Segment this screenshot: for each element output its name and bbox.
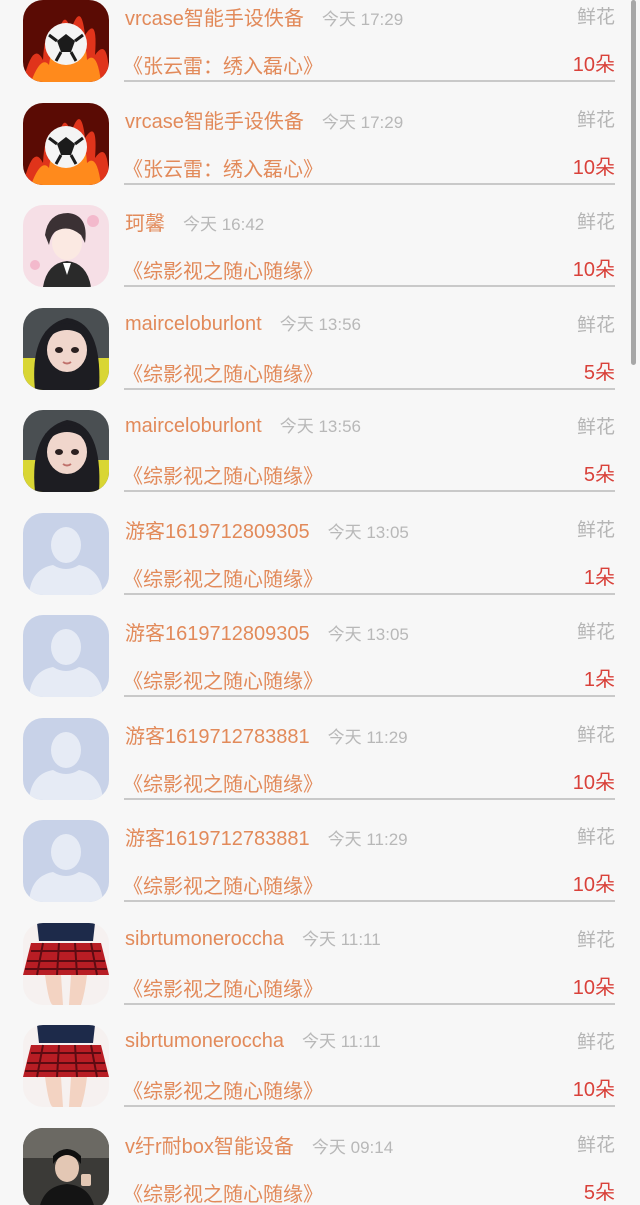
avatar[interactable]: [23, 307, 109, 390]
list-item[interactable]: 游客1619712809305 今天 13:05 鲜花 《综影视之随心随缘》 1朵: [0, 512, 640, 616]
gift-type-label: 鲜花: [576, 519, 615, 541]
avatar[interactable]: [23, 820, 109, 902]
gift-type-label: 鲜花: [576, 1134, 615, 1156]
avatar[interactable]: [23, 1127, 109, 1205]
book-title[interactable]: 《综影视之随心随缘》: [123, 1075, 323, 1104]
timestamp: 今天 13:56: [279, 314, 361, 334]
timestamp: 今天 17:29: [321, 10, 404, 29]
gift-count: 10朵: [572, 874, 615, 896]
sender-name[interactable]: sibrtumoneroccha 今天 11:11: [125, 1027, 381, 1053]
list-item[interactable]: sibrtumoneroccha 今天 11:11 鲜花 《综影视之随心随缘》 1…: [0, 922, 640, 1026]
gift-count: 1朵: [583, 566, 615, 589]
sender-name[interactable]: vrcase智能手设佚备 今天 17:29: [125, 2, 403, 31]
gift-count: 5朵: [583, 1181, 615, 1204]
gift-count: 10朵: [572, 156, 615, 179]
book-title[interactable]: 《综影视之随心随缘》: [123, 870, 323, 899]
divider: [124, 285, 615, 287]
sender-name[interactable]: mairceloburlont 今天 13:56: [125, 412, 361, 438]
sender-name[interactable]: 珂馨 今天 16:42: [125, 207, 264, 236]
list-item[interactable]: mairceloburlont 今天 13:56 鲜花 《综影视之随心随缘》 5朵: [0, 307, 640, 411]
gift-record-list: vrcase智能手设佚备 今天 17:29 鲜花 《张云雷：绣入磊心》 10朵 v…: [0, 0, 640, 1205]
list-item[interactable]: 珂馨 今天 16:42 鲜花 《综影视之随心随缘》 10朵: [0, 205, 640, 308]
gift-count: 5朵: [583, 464, 615, 486]
book-title[interactable]: 《综影视之随心随缘》: [123, 255, 323, 284]
avatar[interactable]: [23, 717, 109, 800]
gift-count: 10朵: [572, 1079, 615, 1101]
timestamp: 今天 13:05: [327, 522, 409, 542]
list-item[interactable]: 游客1619712783881 今天 11:29 鲜花 《综影视之随心随缘》 10…: [0, 717, 640, 821]
book-title[interactable]: 《综影视之随心随缘》: [123, 768, 323, 797]
list-item[interactable]: 游客1619712809305 今天 13:05 鲜花 《综影视之随心随缘》 1朵: [0, 615, 640, 718]
divider: [124, 1002, 615, 1005]
gift-count: 10朵: [572, 771, 615, 794]
divider: [124, 592, 615, 595]
timestamp: 今天 09:14: [311, 1137, 394, 1157]
list-item[interactable]: v纡r耐box智能设备 今天 09:14 鲜花 《综影视之随心随缘》 5朵: [0, 1127, 640, 1205]
list-item[interactable]: sibrtumoneroccha 今天 11:11 鲜花 《综影视之随心随缘》 1…: [0, 1025, 640, 1128]
timestamp: 今天 11:29: [327, 830, 408, 849]
gift-type-label: 鲜花: [576, 929, 615, 951]
sender-name[interactable]: mairceloburlont 今天 13:56: [125, 310, 361, 336]
gift-type-label: 鲜花: [576, 314, 615, 336]
timestamp: 今天 11:11: [301, 929, 381, 949]
timestamp: 今天 17:29: [321, 112, 404, 132]
gift-count: 1朵: [583, 669, 615, 691]
avatar[interactable]: [23, 615, 109, 697]
divider: [124, 182, 615, 185]
sender-name[interactable]: 游客1619712809305 今天 13:05: [125, 515, 409, 544]
timestamp: 今天 13:56: [279, 417, 361, 436]
gift-type-label: 鲜花: [576, 827, 615, 848]
book-title[interactable]: 《综影视之随心随缘》: [123, 460, 323, 489]
divider: [124, 387, 615, 390]
sender-name[interactable]: 游客1619712809305 今天 13:05: [125, 617, 409, 646]
divider: [124, 900, 615, 902]
gift-count: 10朵: [572, 54, 615, 76]
gift-type-label: 鲜花: [576, 417, 615, 438]
sender-name[interactable]: v纡r耐box智能设备 今天 09:14: [125, 1130, 393, 1159]
avatar[interactable]: [23, 512, 109, 595]
timestamp: 今天 11:29: [327, 727, 408, 747]
timestamp: 今天 13:05: [327, 625, 409, 644]
scrollbar[interactable]: [631, 0, 636, 365]
avatar[interactable]: [23, 922, 109, 1005]
divider: [124, 80, 615, 82]
sender-name[interactable]: 游客1619712783881 今天 11:29: [125, 720, 408, 749]
book-title[interactable]: 《张云雷：绣入磊心》: [123, 153, 323, 182]
gift-type-label: 鲜花: [576, 7, 615, 28]
gift-count: 10朵: [572, 976, 615, 999]
divider: [124, 797, 615, 800]
divider: [124, 490, 615, 492]
book-title[interactable]: 《综影视之随心随缘》: [123, 563, 323, 592]
avatar[interactable]: [23, 1025, 109, 1107]
timestamp: 今天 11:11: [301, 1032, 381, 1051]
gift-type-label: 鲜花: [576, 724, 615, 746]
book-title[interactable]: 《张云雷：绣入磊心》: [123, 50, 323, 79]
sender-name[interactable]: 游客1619712783881 今天 11:29: [125, 822, 408, 851]
book-title[interactable]: 《综影视之随心随缘》: [123, 973, 323, 1002]
book-title[interactable]: 《综影视之随心随缘》: [123, 1178, 323, 1205]
list-item[interactable]: 游客1619712783881 今天 11:29 鲜花 《综影视之随心随缘》 10…: [0, 820, 640, 923]
gift-type-label: 鲜花: [576, 109, 615, 131]
book-title[interactable]: 《综影视之随心随缘》: [123, 358, 323, 387]
avatar[interactable]: [23, 0, 109, 82]
gift-type-label: 鲜花: [576, 1032, 615, 1053]
gift-count: 10朵: [572, 259, 615, 281]
avatar[interactable]: [23, 102, 109, 185]
gift-type-label: 鲜花: [576, 212, 615, 233]
avatar[interactable]: [23, 205, 109, 287]
divider: [124, 1105, 615, 1107]
gift-count: 5朵: [583, 361, 615, 384]
list-item[interactable]: vrcase智能手设佚备 今天 17:29 鲜花 《张云雷：绣入磊心》 10朵: [0, 102, 640, 206]
gift-type-label: 鲜花: [576, 622, 615, 643]
timestamp: 今天 16:42: [183, 215, 265, 234]
book-title[interactable]: 《综影视之随心随缘》: [123, 665, 323, 694]
list-item[interactable]: mairceloburlont 今天 13:56 鲜花 《综影视之随心随缘》 5朵: [0, 410, 640, 513]
avatar[interactable]: [23, 410, 109, 492]
sender-name[interactable]: sibrtumoneroccha 今天 11:11: [125, 925, 381, 951]
list-item[interactable]: vrcase智能手设佚备 今天 17:29 鲜花 《张云雷：绣入磊心》 10朵: [0, 0, 640, 103]
divider: [124, 695, 615, 697]
sender-name[interactable]: vrcase智能手设佚备 今天 17:29: [125, 105, 403, 134]
